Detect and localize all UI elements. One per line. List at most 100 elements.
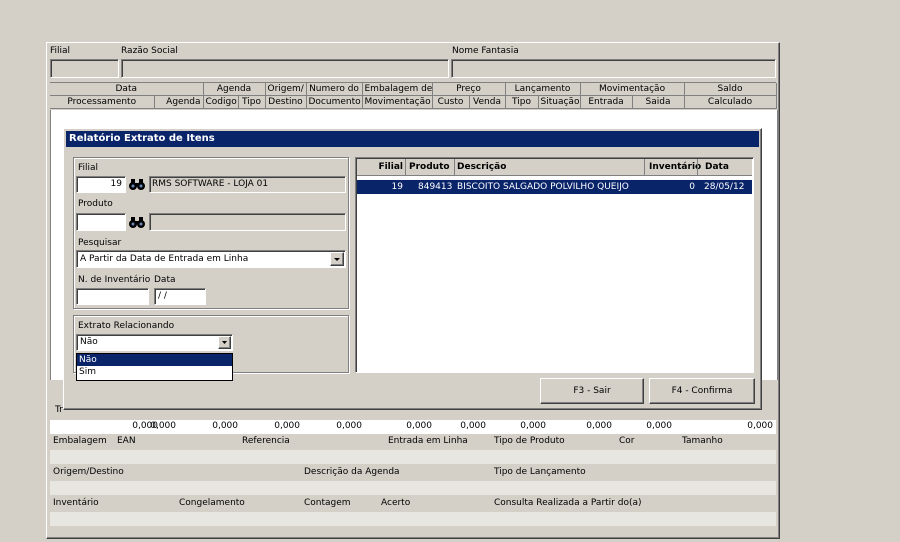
inventario-number-label: N. de Inventário [78, 275, 151, 285]
grid-col-movimentacao: Movimentação [362, 95, 433, 109]
razao-social-field[interactable] [121, 59, 449, 78]
info-row-1-labels: Embalagem EAN Referencia Entrada em Linh… [50, 434, 776, 449]
extrato-dropdown-list: Não Sim [76, 353, 233, 381]
filial-header-label: Filial [50, 46, 71, 56]
total-value: 0,000 [212, 421, 238, 431]
tipo-de-produto-label: Tipo de Produto [494, 436, 565, 446]
grid-col-documento: Documento [306, 95, 363, 109]
binoculars-icon[interactable] [128, 214, 146, 230]
info-row-1-values [50, 450, 776, 464]
tipo-lancamento-label: Tipo de Lançamento [494, 467, 586, 477]
row-filial: 19 [391, 182, 403, 192]
nome-fantasia-label: Nome Fantasia [452, 46, 519, 56]
row-descricao: BISCOITO SALGADO POLVILHO QUEIJO [457, 182, 629, 192]
origem-destino-label: Origem/Destino [53, 467, 124, 477]
totals-row: 0,000 0,000 0,000 0,000 0,000 0,000 0,00… [50, 420, 776, 434]
total-value: 0,000 [460, 421, 486, 431]
info-row-2-values [50, 481, 776, 495]
list-col-descricao[interactable]: Descrição [457, 162, 506, 172]
chevron-down-icon[interactable] [330, 252, 344, 266]
tr-label: Tr [55, 405, 63, 415]
grid-group-origem: Origem/ [265, 83, 307, 96]
sair-button[interactable]: F3 - Sair [540, 378, 644, 404]
dialog-title: Relatório Extrato de Itens [69, 133, 215, 144]
grid-col-entrada: Entrada [580, 95, 633, 109]
pesquisar-value: A Partir da Data de Entrada em Linha [80, 254, 249, 264]
extrato-option-sim[interactable]: Sim [77, 366, 232, 378]
total-value: 0,000 [336, 421, 362, 431]
list-col-filial[interactable]: Filial [357, 162, 403, 172]
grid-group-numero: Numero do [306, 83, 363, 96]
list-col-data[interactable]: Data [705, 162, 729, 172]
entrada-em-linha-label: Entrada em Linha [388, 436, 468, 446]
sair-button-label: F3 - Sair [573, 386, 611, 396]
cor-label: Cor [619, 436, 635, 446]
grid-col-agenda: Agenda [154, 95, 204, 109]
grid-group-lancamento: Lançamento [505, 83, 581, 96]
inventario-label: Inventário [53, 498, 99, 508]
grid-group-data: Data [50, 83, 204, 96]
extrato-label: Extrato Relacionando [78, 321, 175, 331]
filial-label: Filial [78, 163, 99, 173]
inventario-number-input[interactable] [76, 288, 149, 305]
produto-label: Produto [78, 199, 113, 209]
pesquisar-select[interactable]: A Partir da Data de Entrada em Linha [76, 250, 346, 268]
row-produto: 849413 [418, 182, 453, 192]
filial-header-field[interactable] [50, 59, 119, 78]
ean-label: EAN [117, 436, 136, 446]
date-label: Data [154, 275, 176, 285]
confirma-button[interactable]: F4 - Confirma [649, 378, 755, 404]
grid-col-tipo: Tipo [238, 95, 266, 109]
contagem-label: Contagem [304, 498, 351, 508]
total-value: 0,000 [520, 421, 546, 431]
table-row[interactable]: 19 849413 BISCOITO SALGADO POLVILHO QUEI… [357, 180, 752, 194]
row-data: 28/05/12 [704, 182, 745, 192]
info-row-3-labels: Inventário Congelamento Contagem Acerto … [50, 496, 776, 511]
info-row-2-labels: Origem/Destino Descrição da Agenda Tipo … [50, 465, 776, 480]
pesquisar-label: Pesquisar [78, 238, 122, 248]
grid-group-embalagem: Embalagem de [362, 83, 433, 96]
extrato-option-nao[interactable]: Não [77, 354, 232, 366]
dialog-title-bar[interactable]: Relatório Extrato de Itens [66, 131, 759, 147]
filial-code-input[interactable]: 19 [76, 176, 126, 193]
grid-group-agenda: Agenda [203, 83, 266, 96]
date-input[interactable]: / / [154, 288, 206, 305]
row-inventario: 0 [689, 182, 695, 192]
date-value: / / [158, 291, 167, 301]
acerto-label: Acerto [381, 498, 411, 508]
grid-col-situacao: Situação [538, 95, 581, 109]
filial-code-value: 19 [110, 179, 122, 189]
total-value: 0,000 [646, 421, 672, 431]
grid-header: Data Agenda Origem/ Numero do Embalagem … [50, 82, 777, 109]
grid-col-destino: Destino [265, 95, 307, 109]
extrato-select[interactable]: Não [76, 334, 233, 351]
nome-fantasia-field[interactable] [451, 59, 776, 78]
grid-col-codigo: Codigo [203, 95, 239, 109]
grid-group-preco: Preço [432, 83, 506, 96]
list-col-produto[interactable]: Produto [409, 162, 450, 172]
filial-name-field: RMS SOFTWARE - LOJA 01 [149, 176, 346, 193]
razao-social-label: Razão Social [121, 46, 178, 56]
grid-col-saida: Saida [632, 95, 685, 109]
tamanho-label: Tamanho [682, 436, 723, 446]
results-list-header: Filial Produto Descrição Inventário Data [357, 159, 752, 176]
consulta-label: Consulta Realizada a Partir do(a) [494, 498, 642, 508]
total-value: 0,000 [586, 421, 612, 431]
extrato-value: Não [80, 337, 98, 347]
congelamento-label: Congelamento [179, 498, 245, 508]
grid-group-movimentacao: Movimentação [580, 83, 685, 96]
binoculars-icon[interactable] [128, 176, 146, 192]
grid-col-custo: Custo [432, 95, 470, 109]
total-value: 0,000 [406, 421, 432, 431]
list-col-inventario[interactable]: Inventário [649, 162, 701, 172]
total-value: 0,000 [274, 421, 300, 431]
grid-col-lanc-tipo: Tipo [505, 95, 539, 109]
results-list[interactable]: Filial Produto Descrição Inventário Data… [355, 157, 754, 373]
produto-name-field [149, 213, 346, 231]
grid-group-saldo: Saldo [684, 83, 777, 96]
filial-name-value: RMS SOFTWARE - LOJA 01 [152, 179, 269, 189]
extrato-dialog: Relatório Extrato de Itens Filial 19 RMS… [63, 128, 762, 410]
chevron-down-icon[interactable] [218, 336, 231, 349]
referencia-label: Referencia [242, 436, 290, 446]
produto-code-input[interactable] [76, 213, 126, 231]
